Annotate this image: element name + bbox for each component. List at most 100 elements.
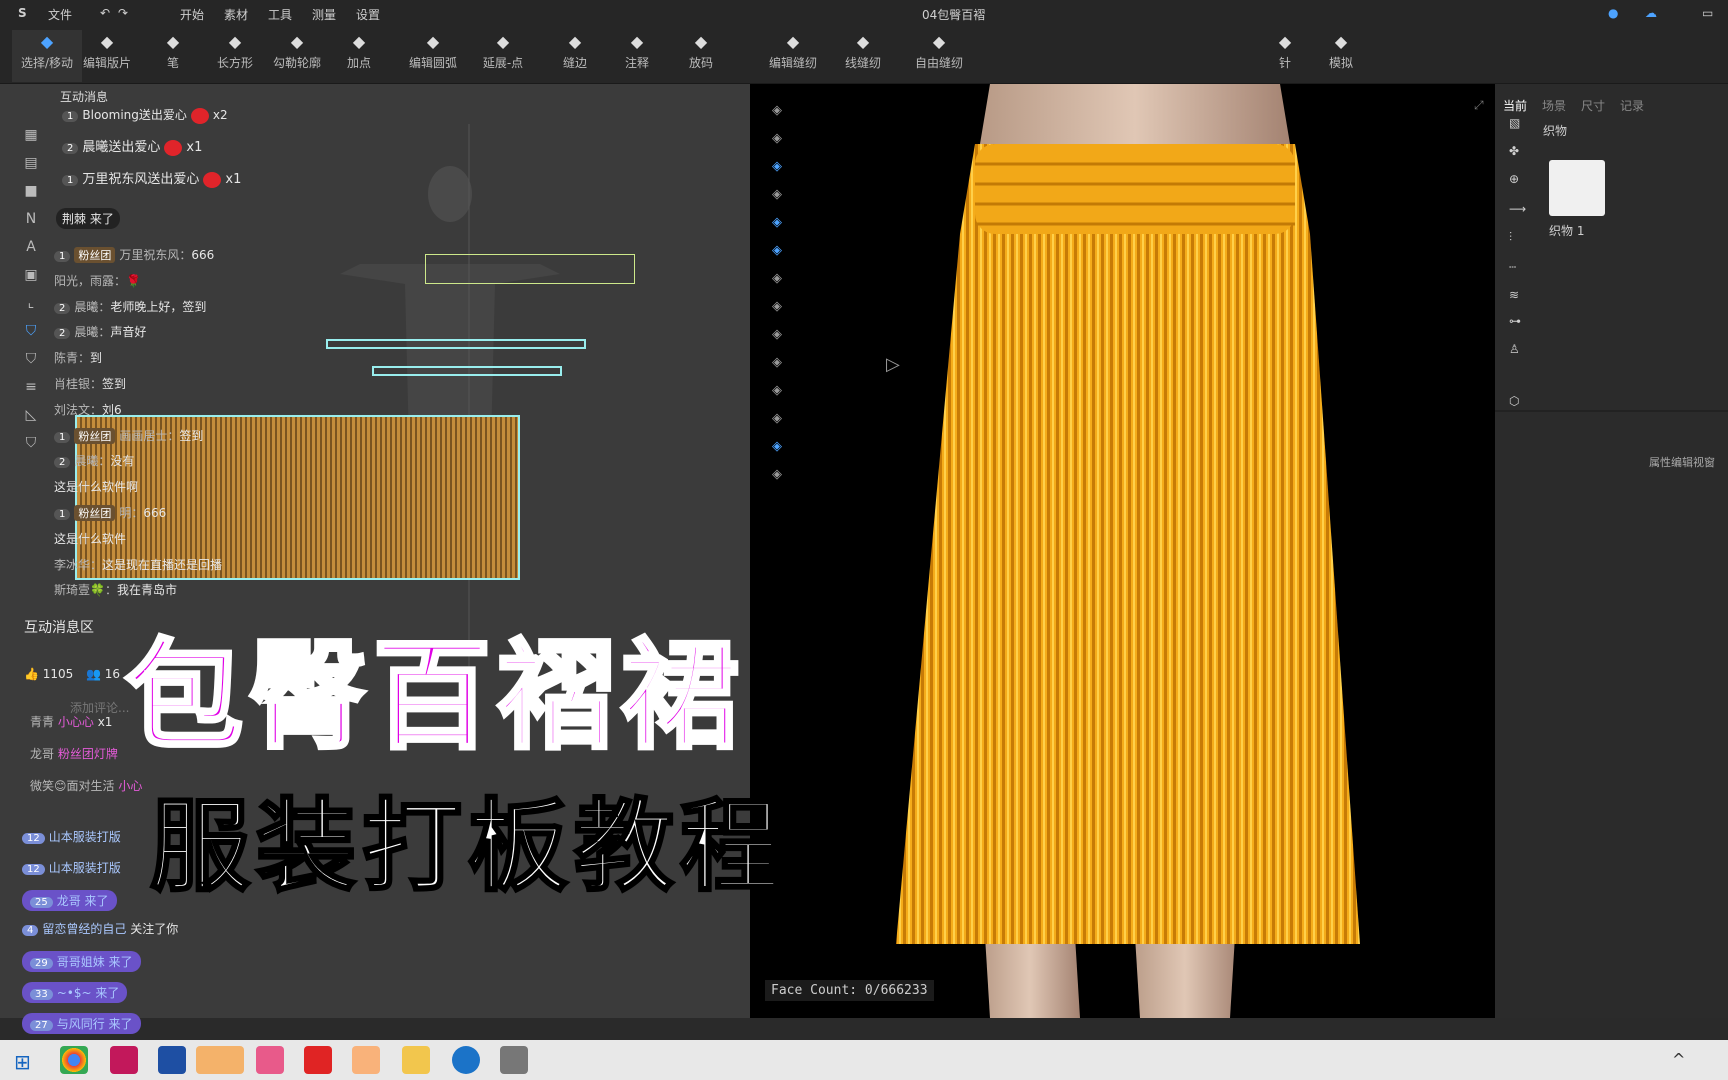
- simulate-icon: ◆: [1334, 32, 1348, 51]
- tool-9[interactable]: ◆ 注释: [602, 30, 672, 82]
- ruler-icon[interactable]: ⌞: [22, 294, 40, 312]
- trim-tab-icon[interactable]: ⊕: [1509, 172, 1519, 186]
- line-icon[interactable]: ≡: [22, 378, 40, 396]
- heart-icon: [164, 139, 183, 156]
- tool-3[interactable]: ◆ 长方形: [200, 30, 270, 82]
- notch-icon[interactable]: N: [22, 210, 40, 228]
- snip-icon[interactable]: [500, 1046, 528, 1074]
- checker-icon[interactable]: ▦: [22, 126, 40, 144]
- style3d-icon[interactable]: [158, 1046, 186, 1074]
- object-tab-icon[interactable]: ⬡: [1509, 394, 1519, 408]
- chat-message: 这是什么软件啊: [54, 478, 138, 495]
- avatar-tab-icon[interactable]: ♙: [1509, 342, 1520, 356]
- shirt-icon[interactable]: ◈: [766, 408, 788, 430]
- folder-icon[interactable]: [402, 1046, 430, 1074]
- chat-text: 刘6: [102, 402, 122, 417]
- right-tab[interactable]: 场景: [1542, 97, 1566, 114]
- menu-material[interactable]: 素材: [224, 6, 248, 23]
- level-message: 29 哥哥姐妹 来了: [22, 951, 141, 973]
- menu-measure[interactable]: 测量: [312, 6, 336, 23]
- windows-start-icon[interactable]: ⊞: [14, 1050, 31, 1074]
- extend-icon: ◆: [496, 32, 510, 51]
- app-icon[interactable]: [256, 1046, 284, 1074]
- grid-icon[interactable]: ▤: [22, 154, 40, 172]
- chevron-up-icon[interactable]: ^: [1672, 1050, 1685, 1069]
- avatar2-icon[interactable]: ◈: [766, 184, 788, 206]
- app2-icon[interactable]: [352, 1046, 380, 1074]
- play-icon[interactable]: ▷: [886, 354, 900, 375]
- redo-icon[interactable]: ↷: [118, 6, 128, 20]
- group-icon[interactable]: ◈: [766, 156, 788, 178]
- tool-label: 编辑缝纫: [768, 56, 817, 70]
- tool-2[interactable]: ◆ 笔: [138, 30, 208, 82]
- tool-12[interactable]: ◆ 线缝纫: [828, 30, 898, 82]
- right-tab[interactable]: 尺寸: [1581, 97, 1605, 114]
- shape-icon[interactable]: ◺: [22, 406, 40, 424]
- browser-icon[interactable]: [452, 1046, 480, 1074]
- notification-icon[interactable]: ●: [1608, 6, 1618, 20]
- text-icon[interactable]: A: [22, 238, 40, 256]
- zipper-tab-icon[interactable]: ⫶: [1509, 230, 1512, 245]
- cloth-icon[interactable]: ⛉: [22, 434, 40, 452]
- tool-13[interactable]: ◆ 自由缝纫: [904, 30, 974, 82]
- tool-1[interactable]: ◆ 编辑版片: [72, 30, 142, 82]
- tool-label: 自由缝纫: [914, 56, 963, 70]
- waistband-piece[interactable]: [425, 254, 635, 284]
- annotation-icon: ◆: [630, 32, 644, 51]
- wave-icon[interactable]: ◈: [766, 380, 788, 402]
- expand-icon[interactable]: ⤢: [1474, 98, 1484, 113]
- garment-icon[interactable]: ⛉: [22, 322, 40, 340]
- pin-icon[interactable]: ◈: [766, 324, 788, 346]
- pattern-strip-1[interactable]: [326, 339, 586, 349]
- pattern-strip-2[interactable]: [372, 366, 562, 376]
- pucker-tab-icon[interactable]: ≋: [1509, 288, 1519, 302]
- edit-sewing-icon: ◆: [786, 32, 800, 51]
- likes-value: 1105: [42, 667, 74, 681]
- link-tab-icon[interactable]: ⊶: [1509, 314, 1521, 328]
- menu-tools[interactable]: 工具: [268, 6, 292, 23]
- media-icon[interactable]: [304, 1046, 332, 1074]
- avatar-icon[interactable]: ◈: [766, 100, 788, 122]
- tool-4[interactable]: ◆ 勾勒轮廓: [262, 30, 332, 82]
- recent-user: 龙哥: [30, 747, 55, 761]
- fabric-thumbnail[interactable]: [1549, 160, 1605, 216]
- joint-icon[interactable]: ◈: [766, 352, 788, 374]
- level-badge: 4: [22, 925, 39, 937]
- chrome-icon[interactable]: [60, 1046, 88, 1074]
- right-tab[interactable]: 记录: [1620, 97, 1644, 114]
- undo-icon[interactable]: ↶: [100, 6, 110, 20]
- mesh-icon[interactable]: ◈: [766, 296, 788, 318]
- level-badge: 27: [30, 1019, 53, 1031]
- menu-settings[interactable]: 设置: [356, 6, 380, 23]
- topstitch-tab-icon[interactable]: ⟶: [1509, 202, 1526, 216]
- texture-icon[interactable]: ◈: [766, 240, 788, 262]
- tool-7[interactable]: ◆ 延展-点: [468, 30, 538, 82]
- fill-icon[interactable]: ■: [22, 182, 40, 200]
- tool-10[interactable]: ◆ 放码: [666, 30, 736, 82]
- grid-icon[interactable]: ◈: [766, 268, 788, 290]
- tool-8[interactable]: ◆ 缝边: [540, 30, 610, 82]
- viewport-3d[interactable]: Face Count: 0/666233 ▷ ⤢: [750, 84, 1495, 1018]
- checker-icon[interactable]: ◈: [766, 212, 788, 234]
- tool-5[interactable]: ◆ 加点: [324, 30, 394, 82]
- button-tab-icon[interactable]: ✤: [1509, 144, 1519, 158]
- fabric-tab-icon[interactable]: ▧: [1509, 116, 1520, 130]
- pose-icon[interactable]: ◈: [766, 128, 788, 150]
- paint-icon[interactable]: [110, 1046, 138, 1074]
- shirt-icon[interactable]: ⛉: [22, 350, 40, 368]
- menu-start[interactable]: 开始: [180, 6, 204, 23]
- garment-icon[interactable]: ◈: [766, 436, 788, 458]
- cloth-icon[interactable]: ◈: [766, 464, 788, 486]
- layer-icon[interactable]: ▣: [22, 266, 40, 284]
- chat-text: 签到: [179, 428, 204, 443]
- wechat-icon[interactable]: [196, 1046, 244, 1074]
- menu-file[interactable]: 文件: [48, 6, 72, 23]
- seam-tab-icon[interactable]: ┄: [1509, 260, 1516, 274]
- tool-11[interactable]: ◆ 编辑缝纫: [758, 30, 828, 82]
- window-icon[interactable]: ▭: [1702, 6, 1713, 20]
- toolbar: ◆ 选择/移动 ◆ 编辑版片 ◆ 笔 ◆ 长方形 ◆ 勾勒轮廓 ◆ 加点 ◆ 编辑圆弧 ◆ 延展-点 ◆ 缝边 ◆ 注…: [0, 26, 1728, 84]
- tool-15[interactable]: ◆ 模拟: [1306, 30, 1376, 82]
- right-tab[interactable]: 当前: [1503, 97, 1527, 114]
- tool-6[interactable]: ◆ 编辑圆弧: [398, 30, 468, 82]
- cloud-upload-icon[interactable]: ☁: [1645, 6, 1657, 20]
